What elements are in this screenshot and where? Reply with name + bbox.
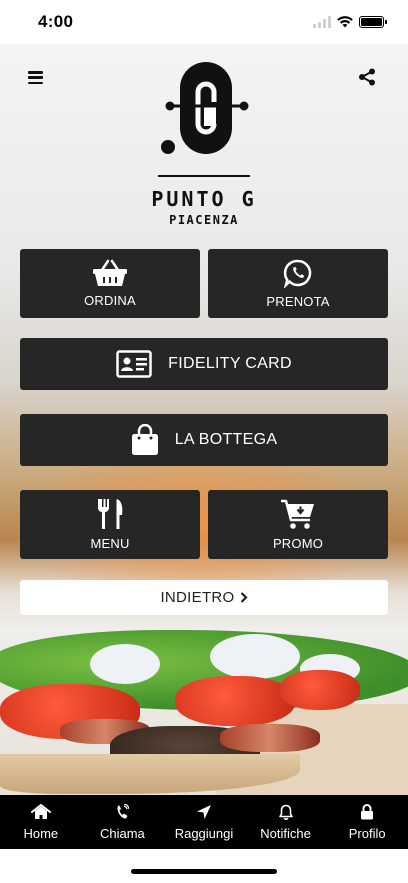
- logo: PUNTO G PIACENZA: [140, 58, 268, 238]
- basket-icon: [93, 259, 127, 286]
- indietro-button[interactable]: INDIETRO: [20, 580, 388, 615]
- indietro-label: INDIETRO: [160, 589, 235, 606]
- fork-knife-icon: [98, 499, 123, 529]
- fidelity-card-button[interactable]: FIDELITY CARD: [20, 338, 388, 390]
- logo-divider: [158, 175, 250, 177]
- status-bar: 4:00: [0, 0, 408, 44]
- home-indicator-area: [0, 849, 408, 883]
- tab-home[interactable]: Home: [0, 795, 82, 849]
- tab-profilo-label: Profilo: [348, 825, 386, 841]
- id-card-icon: [116, 350, 152, 378]
- logo-city: PIACENZA: [169, 213, 239, 227]
- promo-button[interactable]: PROMO: [208, 490, 388, 559]
- phone-icon: [117, 803, 130, 819]
- burger-photo: [0, 614, 408, 795]
- wifi-icon: [337, 16, 353, 28]
- ordina-button[interactable]: ORDINA: [20, 249, 200, 318]
- logo-g-mark: [161, 62, 249, 154]
- share-icon[interactable]: [358, 68, 376, 86]
- chevron-right-icon: [240, 592, 248, 603]
- tab-notifiche[interactable]: Notifiche: [245, 795, 327, 849]
- bell-icon: [278, 804, 293, 820]
- tab-raggiungi[interactable]: Raggiungi: [163, 795, 245, 849]
- whatsapp-icon: [283, 259, 312, 288]
- prenota-label: PRENOTA: [266, 294, 330, 309]
- tab-raggiungi-label: Raggiungi: [174, 825, 234, 841]
- menu-label: MENU: [90, 536, 130, 551]
- cart-download-icon: [281, 499, 314, 529]
- tab-chiama-label: Chiama: [99, 825, 145, 841]
- la-bottega-label: LA BOTTEGA: [174, 431, 278, 448]
- status-time: 4:00: [38, 12, 74, 31]
- home-icon: [30, 803, 51, 819]
- hamburger-menu-icon[interactable]: [28, 71, 43, 84]
- battery-icon: [359, 16, 387, 28]
- home-indicator[interactable]: [131, 869, 277, 874]
- status-icons: [313, 16, 387, 28]
- tab-bar: Home Chiama Raggiungi Notifiche Profilo: [0, 795, 408, 849]
- prenota-button[interactable]: PRENOTA: [208, 249, 388, 318]
- signal-icon: [313, 16, 331, 28]
- shopping-bag-icon: [131, 424, 158, 455]
- logo-name: PUNTO G: [151, 187, 257, 211]
- tab-chiama[interactable]: Chiama: [82, 795, 164, 849]
- fidelity-card-label: FIDELITY CARD: [168, 355, 292, 372]
- la-bottega-button[interactable]: LA BOTTEGA: [20, 414, 388, 466]
- tab-notifiche-label: Notifiche: [260, 825, 311, 841]
- promo-label: PROMO: [272, 536, 324, 551]
- tab-home-label: Home: [23, 825, 59, 841]
- tab-profilo[interactable]: Profilo: [326, 795, 408, 849]
- menu-button[interactable]: MENU: [20, 490, 200, 559]
- lock-icon: [361, 803, 374, 819]
- ordina-label: ORDINA: [84, 293, 136, 308]
- location-arrow-icon: [196, 804, 211, 819]
